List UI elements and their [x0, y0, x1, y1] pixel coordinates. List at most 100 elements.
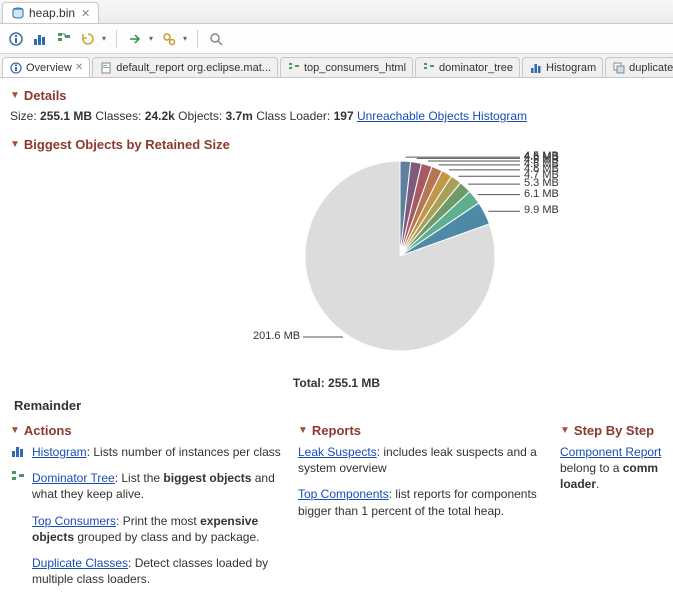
step-item: Component Report belong to a comm loader… — [560, 444, 663, 493]
classes-label: Classes: — [95, 109, 141, 123]
dup-icon — [612, 61, 626, 75]
section-title: Actions — [24, 423, 72, 438]
info-icon[interactable] — [8, 31, 24, 47]
objects-label: Objects: — [178, 109, 222, 123]
toolbar-separator — [197, 30, 198, 48]
section-title: Details — [24, 88, 67, 103]
section-title: Step By Step — [574, 423, 654, 438]
text: : List the — [115, 471, 164, 485]
sub-tab-bar: Overview ✕ default_report org.eclipse.mat… — [0, 54, 673, 78]
search-icon[interactable] — [208, 31, 224, 47]
report-link[interactable]: Leak Suspects — [298, 445, 377, 459]
sub-tab-dominator-tree[interactable]: dominator_tree — [415, 57, 520, 77]
objects-value: 3.7m — [226, 109, 253, 123]
twisty-icon: ▼ — [10, 425, 20, 436]
size-value: 255.1 MB — [40, 109, 92, 123]
action-link[interactable]: Duplicate Classes — [32, 556, 128, 570]
action-icon — [10, 555, 26, 569]
action-icon — [10, 470, 26, 484]
report-link[interactable]: Top Components — [298, 487, 389, 501]
text: grouped by class and by package. — [74, 530, 259, 544]
chart-total: Total: 255.1 MB — [10, 376, 663, 390]
pie-chart: 4.5 MB4.6 MB4.6 MB4.6 MB4.6 MB4.7 MB5.3 … — [10, 156, 663, 376]
info-icon — [9, 61, 23, 75]
bottom-columns: ▼ Actions Histogram: Lists number of ins… — [10, 419, 663, 597]
action-link[interactable]: Dominator Tree — [32, 471, 115, 485]
pie-chart-svg — [10, 156, 663, 366]
step-column: ▼ Step By Step Component Report belong t… — [560, 419, 663, 597]
sub-tab-histogram[interactable]: Histogram — [522, 57, 603, 77]
slice-label: 9.9 MB — [524, 204, 559, 216]
action-icon — [10, 513, 26, 527]
sub-tab-default-report-org-eclipse-mat-[interactable]: default_report org.eclipse.mat... — [92, 57, 278, 77]
unreachable-link[interactable]: Unreachable Objects Histogram — [357, 109, 527, 123]
action-item: Duplicate Classes: Detect classes loaded… — [10, 555, 288, 587]
report-item: Leak Suspects: includes leak suspects an… — [298, 444, 550, 476]
hist-icon — [529, 61, 543, 75]
size-label: Size: — [10, 109, 37, 123]
section-biggest-heading[interactable]: ▼ Biggest Objects by Retained Size — [10, 137, 663, 152]
text: comm — [623, 461, 658, 475]
twisty-icon: ▼ — [10, 90, 20, 101]
file-tab-label: heap.bin — [29, 6, 75, 20]
toolbar-separator — [116, 30, 117, 48]
action-link[interactable]: Top Consumers — [32, 514, 116, 528]
action-icon — [10, 444, 26, 458]
section-actions-heading[interactable]: ▼ Actions — [10, 423, 288, 438]
tab-label: Overview — [26, 62, 72, 74]
chevron-down-icon[interactable]: ▾ — [149, 34, 153, 43]
tree-icon — [422, 61, 436, 75]
classloader-value: 197 — [334, 109, 354, 123]
toolbar: ▾ ▾ ▾ — [0, 24, 673, 54]
action-link[interactable]: Histogram — [32, 445, 87, 459]
close-icon[interactable]: ✕ — [81, 7, 90, 20]
section-step-heading[interactable]: ▼ Step By Step — [560, 423, 663, 438]
chevron-down-icon[interactable]: ▾ — [183, 34, 187, 43]
section-details-heading[interactable]: ▼ Details — [10, 88, 663, 103]
action-item: Histogram: Lists number of instances per… — [10, 444, 288, 460]
section-title: Biggest Objects by Retained Size — [24, 137, 230, 152]
report-item: Top Components: list reports for compone… — [298, 486, 550, 518]
text: : Print the most — [116, 514, 200, 528]
twisty-icon: ▼ — [298, 425, 308, 436]
histogram-icon[interactable] — [32, 31, 48, 47]
action-item: Top Consumers: Print the most expensive … — [10, 513, 288, 545]
file-tab-heapbin[interactable]: heap.bin ✕ — [2, 2, 99, 23]
component-report-link[interactable]: Component Report — [560, 445, 661, 459]
details-line: Size: 255.1 MB Classes: 24.2k Objects: 3… — [10, 109, 663, 123]
tree-icon[interactable] — [56, 31, 72, 47]
total-value: 255.1 MB — [328, 376, 380, 390]
sub-tab-top-consumers-html[interactable]: top_consumers_html — [280, 57, 413, 77]
text: loader — [560, 477, 596, 491]
classes-value: 24.2k — [145, 109, 175, 123]
refresh-icon[interactable] — [80, 31, 96, 47]
db-icon — [11, 6, 25, 20]
tab-label: top_consumers_html — [304, 62, 406, 74]
close-icon[interactable]: ✕ — [75, 62, 83, 73]
file-tab-bar: heap.bin ✕ — [0, 0, 673, 24]
tab-label: default_report org.eclipse.mat... — [116, 62, 271, 74]
remainder-label: Remainder — [14, 398, 663, 413]
twisty-icon: ▼ — [10, 139, 20, 150]
text: biggest objects — [163, 471, 251, 485]
text: belong to a — [560, 461, 623, 475]
report-icon — [99, 61, 113, 75]
sub-tab-overview[interactable]: Overview ✕ — [2, 57, 90, 77]
actions-column: ▼ Actions Histogram: Lists number of ins… — [10, 419, 288, 597]
gears-icon[interactable] — [161, 31, 177, 47]
run-query-icon[interactable] — [127, 31, 143, 47]
twisty-icon: ▼ — [560, 425, 570, 436]
slice-label: 6.1 MB — [524, 188, 559, 200]
overview-content: ▼ Details Size: 255.1 MB Classes: 24.2k … — [0, 78, 673, 603]
slice-label: 201.6 MB — [253, 330, 300, 342]
sub-tab-duplicate-cl[interactable]: duplicate_cl — [605, 57, 673, 77]
text: . — [596, 477, 599, 491]
text: : Lists number of instances per class — [87, 445, 281, 459]
tree-icon — [287, 61, 301, 75]
tab-label: dominator_tree — [439, 62, 513, 74]
reports-column: ▼ Reports Leak Suspects: includes leak s… — [298, 419, 550, 597]
classloader-label: Class Loader: — [256, 109, 330, 123]
action-item: Dominator Tree: List the biggest objects… — [10, 470, 288, 502]
chevron-down-icon[interactable]: ▾ — [102, 34, 106, 43]
section-reports-heading[interactable]: ▼ Reports — [298, 423, 550, 438]
